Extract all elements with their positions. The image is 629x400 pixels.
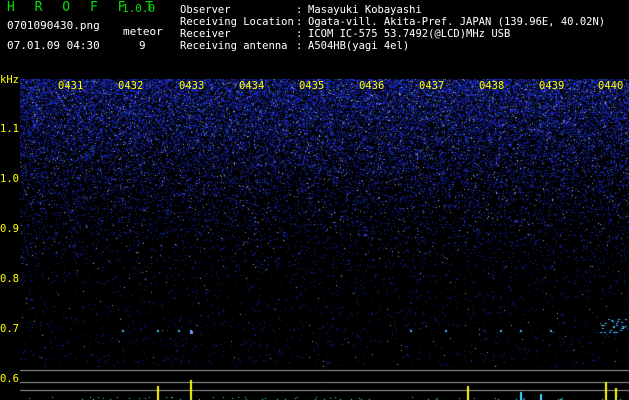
freq-tick-label: 0.9 [0, 223, 19, 235]
info-value: A504HB(yagi 4el) [308, 40, 410, 52]
freq-tick-label: 0.8 [0, 273, 19, 285]
time-tick-label: 0435 [299, 80, 325, 92]
timestamp: 07.01.09 04:30 [7, 39, 100, 52]
info-value: Masayuki Kobayashi [308, 4, 422, 16]
meteor-count: 9 [139, 39, 146, 52]
time-tick-label: 0433 [179, 80, 205, 92]
time-tick-label: 0437 [419, 80, 445, 92]
info-sep: : [296, 40, 303, 52]
info-key: Receiver [180, 28, 231, 40]
info-row-location: Receiving Location: Ogata-vill. Akita-Pre… [180, 16, 605, 28]
info-sep: : [296, 16, 303, 28]
hrofft-window: H R O F F T 1.0.0 0701090430.png 07.01.0… [0, 0, 629, 400]
freq-tick-label: 1.0 [0, 173, 19, 185]
time-tick-label: 0436 [359, 80, 385, 92]
app-version: 1.0.0 [122, 2, 156, 15]
freq-tick-label: 0.6 [0, 373, 19, 385]
time-tick-label: 0434 [239, 80, 265, 92]
file-name: 0701090430.png [7, 19, 100, 32]
time-tick-label: 0438 [479, 80, 505, 92]
info-key: Receiving Location [180, 16, 294, 28]
time-tick-label: 0431 [58, 80, 84, 92]
info-row-receiver: Receiver: ICOM IC-575 53.7492(@LCD)MHz US… [180, 28, 510, 40]
time-tick-label: 0439 [539, 80, 565, 92]
info-value: ICOM IC-575 53.7492(@LCD)MHz USB [308, 28, 511, 40]
time-tick-label: 0432 [118, 80, 144, 92]
info-sep: : [296, 28, 303, 40]
freq-unit-label: kHz [0, 74, 19, 86]
info-key: Receiving antenna [180, 40, 288, 52]
info-key: Observer [180, 4, 231, 16]
info-row-observer: Observer: Masayuki Kobayashi [180, 4, 422, 16]
signal-strip [20, 368, 629, 400]
info-row-antenna: Receiving antenna: A504HB(yagi 4el) [180, 40, 409, 52]
time-tick-label: 0440 [598, 80, 624, 92]
meteor-label: meteor [123, 25, 163, 38]
info-value: Ogata-vill. Akita-Pref. JAPAN (139.96E, … [308, 16, 606, 28]
spectrogram [20, 79, 629, 367]
info-sep: : [296, 4, 303, 16]
freq-tick-label: 1.1 [0, 123, 19, 135]
freq-tick-label: 0.7 [0, 323, 19, 335]
